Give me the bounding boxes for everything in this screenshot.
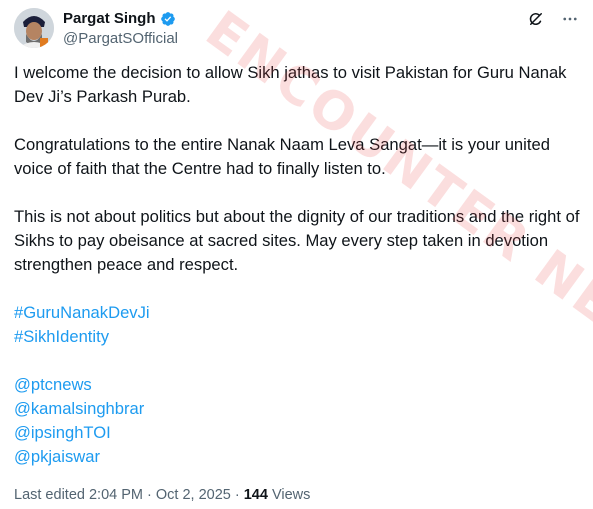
edited-timestamp[interactable]: Last edited 2:04 PM · Oct 2, 2025 · xyxy=(14,487,244,503)
grok-icon[interactable] xyxy=(527,10,545,28)
verified-badge-icon xyxy=(160,11,175,26)
author-display-name[interactable]: Pargat Singh xyxy=(63,9,156,28)
mention-link[interactable]: @pkjaiswar xyxy=(14,445,584,469)
post-paragraph: This is not about politics but about the… xyxy=(14,207,580,274)
avatar-image xyxy=(14,8,54,48)
hashtag-link[interactable]: #SikhIdentity xyxy=(14,325,584,349)
author-handle[interactable]: @PargatSOfficial xyxy=(63,29,178,49)
post-actions xyxy=(527,10,579,28)
hashtag-list: #GuruNanakDevJi #SikhIdentity xyxy=(14,301,584,349)
more-dots-icon[interactable] xyxy=(561,10,579,28)
post-header: Pargat Singh @PargatSOfficial xyxy=(14,6,579,50)
post-paragraph: I welcome the decision to allow Sikh jat… xyxy=(14,63,567,106)
post-paragraph: Congratulations to the entire Nanak Naam… xyxy=(14,135,550,178)
views-label: Views xyxy=(267,487,311,503)
avatar[interactable] xyxy=(14,8,54,48)
hashtag-link[interactable]: #GuruNanakDevJi xyxy=(14,301,584,325)
post-meta: Last edited 2:04 PM · Oct 2, 2025 · 144 … xyxy=(14,486,310,504)
mention-link[interactable]: @kamalsinghbrar xyxy=(14,397,584,421)
mention-link[interactable]: @ptcnews xyxy=(14,373,584,397)
post-text: I welcome the decision to allow Sikh jat… xyxy=(14,61,584,469)
views-count: 144 xyxy=(243,487,268,503)
author-names: Pargat Singh @PargatSOfficial xyxy=(63,9,178,49)
mention-link[interactable]: @ipsinghTOI xyxy=(14,421,584,445)
mention-list: @ptcnews @kamalsinghbrar @ipsinghTOI @pk… xyxy=(14,373,584,469)
